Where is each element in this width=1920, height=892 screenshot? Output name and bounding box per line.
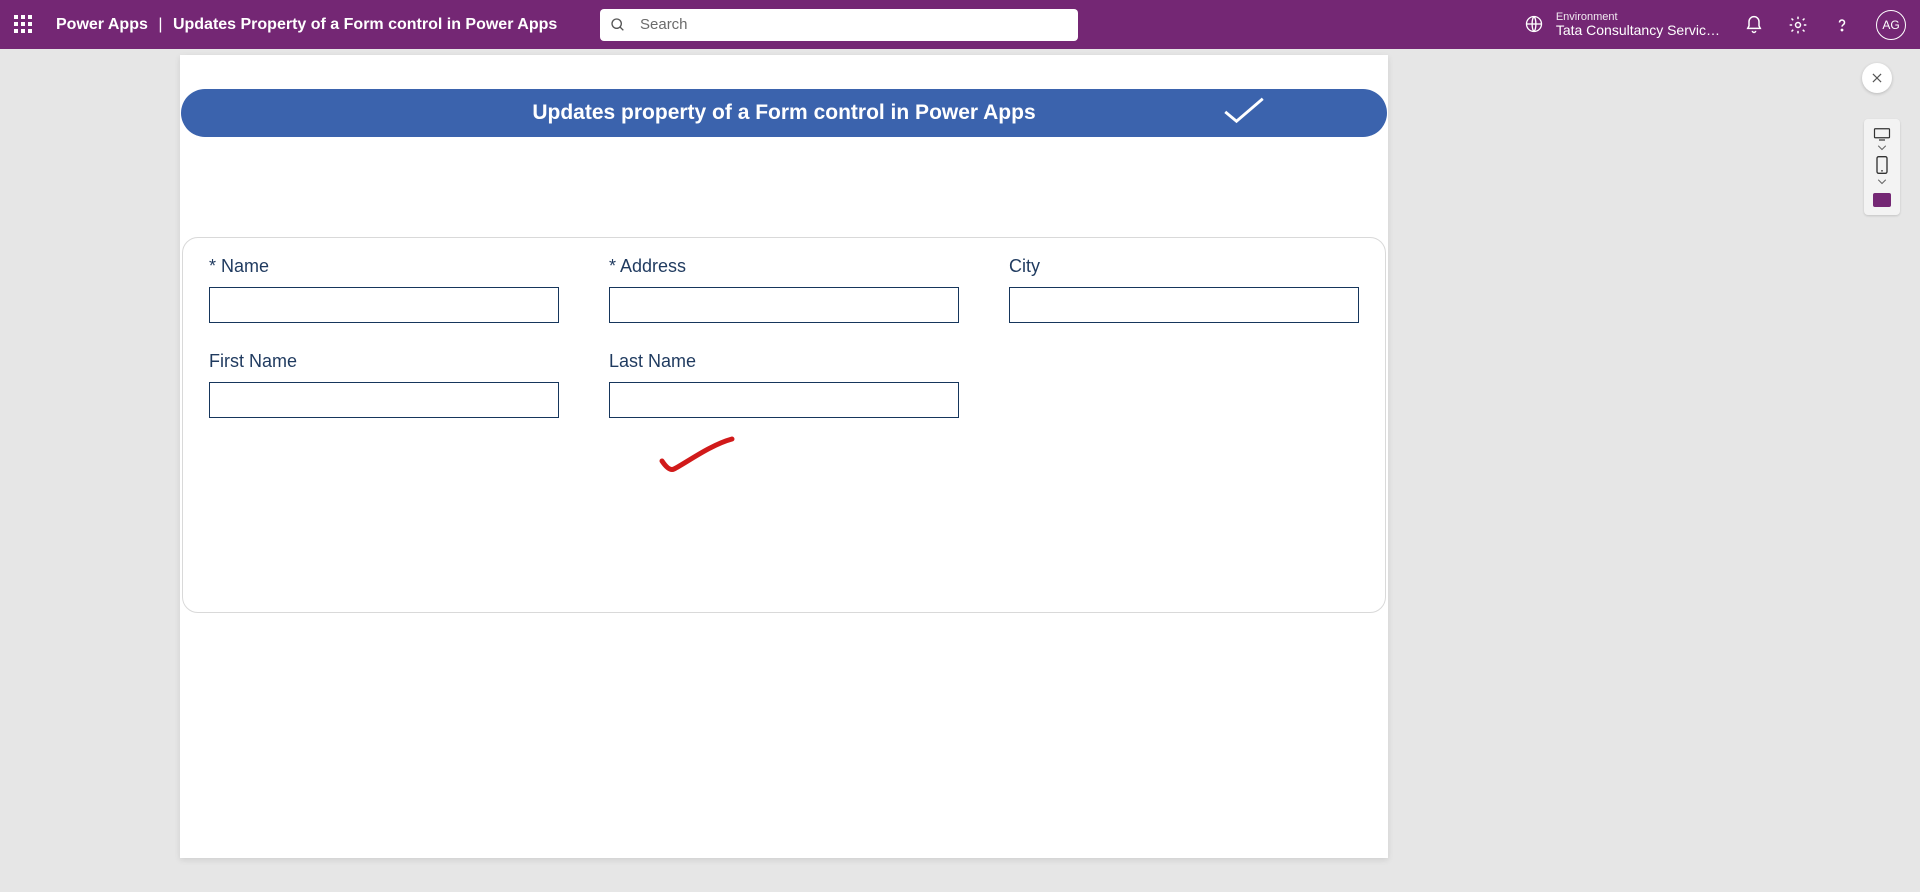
check-icon: [1221, 95, 1267, 125]
app-launcher-icon[interactable]: [14, 15, 34, 35]
label-city: City: [1009, 256, 1359, 277]
user-avatar[interactable]: AG: [1876, 10, 1906, 40]
environment-name: Tata Consultancy Servic…: [1556, 23, 1720, 38]
input-name[interactable]: [209, 287, 559, 323]
chevron-down-icon[interactable]: [1877, 179, 1887, 185]
close-preview-button[interactable]: [1862, 63, 1892, 93]
environment-picker[interactable]: Environment Tata Consultancy Servic…: [1524, 11, 1720, 38]
device-preview-panel: [1864, 119, 1900, 215]
input-city[interactable]: [1009, 287, 1359, 323]
desktop-icon[interactable]: [1873, 127, 1891, 141]
field-city: City: [1009, 256, 1359, 323]
search-input[interactable]: [640, 16, 1068, 33]
field-address: * Address: [609, 256, 959, 323]
app-name[interactable]: Power Apps: [56, 16, 148, 33]
user-initials: AG: [1882, 18, 1899, 32]
screen-title-bar: Updates property of a Form control in Po…: [181, 89, 1387, 137]
label-first-name: First Name: [209, 351, 559, 372]
fit-to-window-icon[interactable]: [1873, 193, 1891, 207]
search-icon: [610, 17, 626, 33]
screen-title: Updates property of a Form control in Po…: [532, 101, 1035, 125]
chevron-down-icon[interactable]: [1877, 145, 1887, 151]
environment-label: Environment: [1556, 11, 1720, 23]
close-icon: [1870, 71, 1884, 85]
label-last-name: Last Name: [609, 351, 959, 372]
breadcrumb: Power Apps | Updates Property of a Form …: [56, 16, 557, 34]
mobile-icon[interactable]: [1875, 155, 1889, 175]
input-address[interactable]: [609, 287, 959, 323]
bell-icon[interactable]: [1744, 15, 1764, 35]
field-last-name: Last Name: [609, 351, 959, 418]
input-last-name[interactable]: [609, 382, 959, 418]
workspace: Updates property of a Form control in Po…: [0, 49, 1920, 892]
label-name: * Name: [209, 256, 559, 277]
globe-icon: [1524, 14, 1544, 34]
input-first-name[interactable]: [209, 382, 559, 418]
edit-form: * Name * Address City First Name Last Na…: [182, 237, 1386, 613]
gear-icon[interactable]: [1788, 15, 1808, 35]
field-name: * Name: [209, 256, 559, 323]
app-canvas: Updates property of a Form control in Po…: [180, 55, 1388, 858]
page-title: Updates Property of a Form control in Po…: [173, 16, 557, 33]
search-box[interactable]: [600, 9, 1078, 41]
label-address: * Address: [609, 256, 959, 277]
global-header: Power Apps | Updates Property of a Form …: [0, 0, 1920, 49]
submit-button[interactable]: [1221, 95, 1267, 131]
help-icon[interactable]: [1832, 15, 1852, 35]
field-first-name: First Name: [209, 351, 559, 418]
